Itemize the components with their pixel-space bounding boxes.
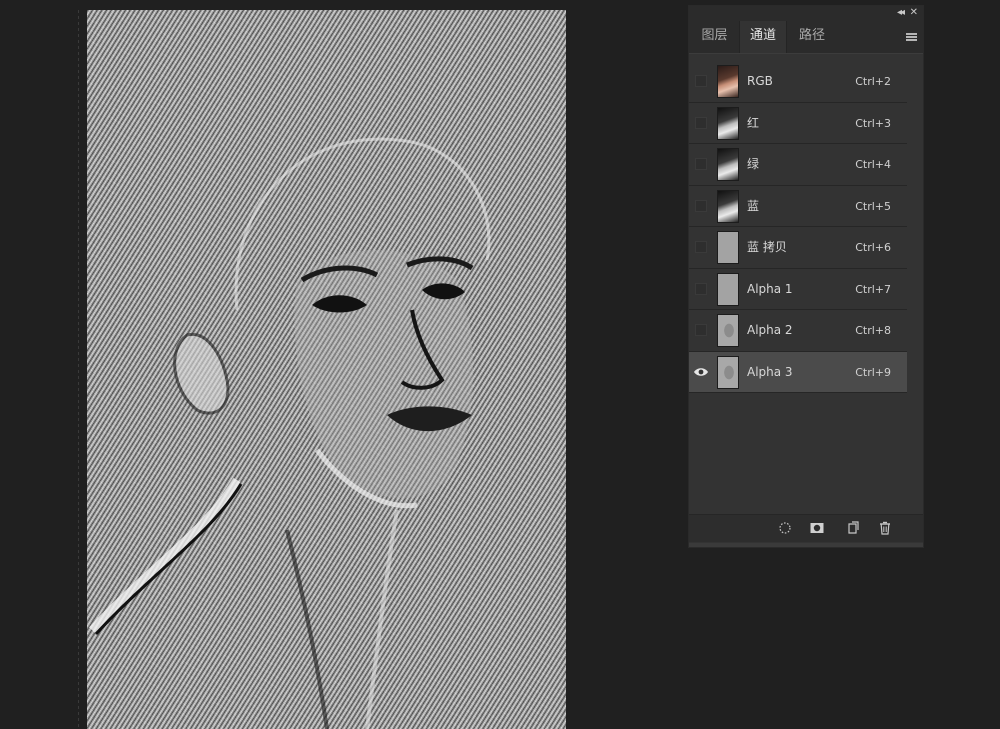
channel-thumbnail [717,231,739,264]
document-canvas-area[interactable] [0,0,680,729]
channel-shortcut: Ctrl+2 [855,75,891,88]
tab-paths[interactable]: 路径 [788,21,836,53]
channel-shortcut: Ctrl+3 [855,116,891,130]
channel-shortcut: Ctrl+6 [855,241,891,254]
channel-thumbnail [717,65,739,98]
tab-layers[interactable]: 图层 [691,21,738,53]
channel-shortcut: Ctrl+7 [855,282,891,296]
channel-row-red[interactable]: 红 Ctrl+3 [689,102,907,144]
channel-name: 红 [747,115,760,130]
portrait-emboss-image [89,137,491,729]
channel-thumbnail [717,314,739,347]
channel-row-alpha-1[interactable]: Alpha 1 Ctrl+7 [689,268,907,310]
visibility-toggle[interactable] [695,241,707,253]
canvas-guide [78,10,79,729]
channel-thumbnail [717,355,739,389]
channel-shortcut: Ctrl+8 [855,324,891,337]
panel-header: ◂◂ ✕ [689,6,923,21]
panel-menu-icon[interactable] [906,33,917,41]
channel-list: RGB Ctrl+2 红 Ctrl+3 绿 Ctrl+4 蓝 Ctrl+5 蓝 … [689,61,907,393]
load-selection-icon[interactable] [778,521,792,535]
visibility-toggle[interactable] [695,324,707,336]
trash-icon[interactable] [878,521,892,535]
visibility-toggle[interactable] [695,282,707,295]
channel-thumbnail [717,272,739,306]
channel-name: 蓝 [747,198,760,213]
channel-row-blue[interactable]: 蓝 Ctrl+5 [689,185,907,227]
panel-bottom-edge [689,543,923,547]
new-channel-icon[interactable] [846,521,860,535]
visibility-toggle[interactable] [695,75,707,87]
channel-thumbnail [717,189,739,223]
channel-row-rgb[interactable]: RGB Ctrl+2 [689,61,907,103]
channel-row-green[interactable]: 绿 Ctrl+4 [689,144,907,186]
channel-name: RGB [747,74,773,88]
channel-row-alpha-2[interactable]: Alpha 2 Ctrl+8 [689,310,907,352]
panel-footer-toolbar [689,514,923,542]
channels-panel: ◂◂ ✕ 图层 通道 路径 RGB Ctrl+2 红 Ctrl+3 绿 Ctrl… [688,5,924,548]
channel-row-blue-copy[interactable]: 蓝 拷贝 Ctrl+6 [689,227,907,269]
channel-shortcut: Ctrl+9 [855,365,891,379]
document-image[interactable] [87,10,566,729]
channel-shortcut: Ctrl+4 [855,158,891,171]
channel-thumbnail [717,148,739,181]
channel-row-alpha-3[interactable]: Alpha 3 Ctrl+9 [689,351,907,393]
channel-name: Alpha 1 [747,281,793,296]
tab-channels[interactable]: 通道 [739,21,787,53]
eye-icon[interactable] [693,366,709,378]
panel-tabbar: 图层 通道 路径 [689,21,923,54]
close-panel-icon[interactable]: ✕ [910,7,918,19]
channel-name: 绿 [747,157,760,171]
channel-name: Alpha 3 [747,364,793,379]
visibility-toggle[interactable] [695,158,707,170]
save-selection-mask-icon[interactable] [810,521,824,535]
visibility-toggle[interactable] [695,199,707,212]
channel-shortcut: Ctrl+5 [855,199,891,213]
collapse-panel-icon[interactable]: ◂◂ [897,7,905,19]
channel-name: 蓝 拷贝 [747,240,787,254]
visibility-toggle[interactable] [695,116,707,129]
channel-thumbnail [717,106,739,140]
channel-name: Alpha 2 [747,323,793,337]
